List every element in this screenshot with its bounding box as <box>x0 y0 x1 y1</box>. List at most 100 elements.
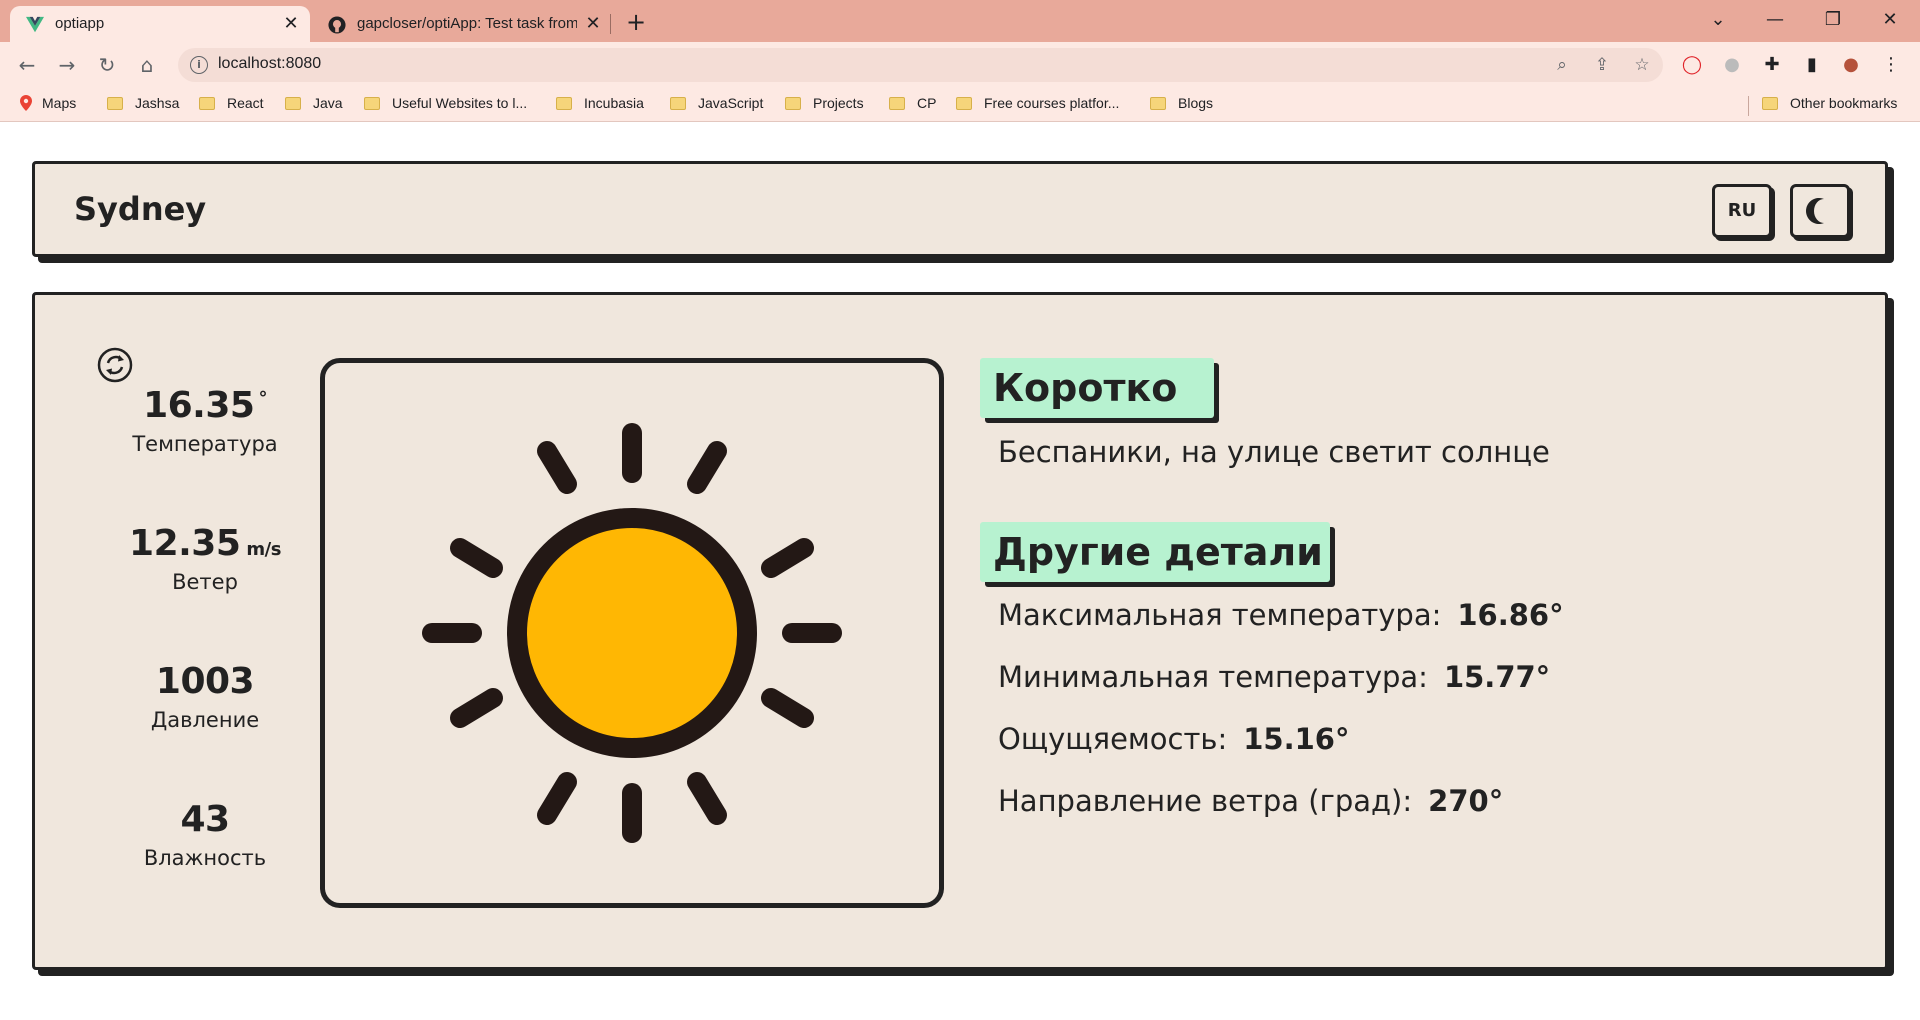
unit-text: ° <box>258 388 267 409</box>
browser-toolbar: ← → ↻ ⌂ i localhost:8080 ⌕ ⇪ ☆ ◯ ● ✚ ▮ ●… <box>0 42 1920 88</box>
temperature-value: 16.35 ° <box>105 385 305 426</box>
site-info-icon[interactable]: i <box>190 56 208 74</box>
folder-icon <box>889 97 905 110</box>
bookmark-folder[interactable]: Jashsa <box>107 95 179 115</box>
share-icon[interactable]: ⇪ <box>1590 53 1614 77</box>
wind-label: Ветер <box>172 570 238 594</box>
github-icon <box>328 16 346 34</box>
detail-label: Ощущяемость: <box>998 722 1228 756</box>
refresh-icon[interactable] <box>97 347 133 383</box>
humidity-value: 43 <box>180 799 230 840</box>
other-details-heading: Другие детали <box>980 522 1330 582</box>
other-bookmarks[interactable]: Other bookmarks <box>1762 95 1897 115</box>
bookmark-folder[interactable]: CP <box>889 95 936 115</box>
detail-value: 16.86° <box>1457 598 1564 632</box>
bookmark-label: Free courses platfor... <box>984 95 1120 111</box>
folder-icon <box>107 97 123 110</box>
stat-pressure: 1003 Давление <box>105 661 305 732</box>
pressure-label: Давление <box>150 708 260 732</box>
tab-search-icon[interactable]: ⌄ <box>1700 4 1736 36</box>
detail-value: 270° <box>1428 784 1504 818</box>
heading-text: Коротко <box>993 366 1178 410</box>
detail-wind-direction: Направление ветра (град): 270° <box>998 784 1503 818</box>
weather-icon-frame <box>320 358 944 908</box>
tab-title: optiapp <box>55 15 105 32</box>
restore-icon[interactable]: ❐ <box>1815 4 1851 36</box>
bookmark-label: Maps <box>42 95 77 111</box>
bookmark-maps[interactable]: Maps <box>20 95 76 115</box>
back-icon[interactable]: ← <box>12 50 42 80</box>
detail-label: Минимальная температура: <box>998 660 1428 694</box>
reload-icon[interactable]: ↻ <box>92 50 122 80</box>
folder-icon <box>364 97 380 110</box>
bookmark-folder[interactable]: JavaScript <box>670 95 763 115</box>
sun-icon <box>422 423 842 843</box>
folder-icon <box>670 97 686 110</box>
bookmarks-bar: Maps Jashsa React Java Useful Websites t… <box>0 88 1920 122</box>
bookmark-label: Blogs <box>1178 95 1214 111</box>
folder-icon <box>556 97 572 110</box>
bookmark-label: Useful Websites to l... <box>392 95 528 111</box>
zoom-icon[interactable]: ⌕ <box>1550 53 1574 77</box>
bookmark-label: React <box>227 95 264 111</box>
opera-extension-icon[interactable]: ◯ <box>1677 50 1707 80</box>
url-text[interactable]: localhost:8080 <box>218 55 321 73</box>
bookmarks-divider <box>1748 96 1749 116</box>
language-button[interactable]: RU <box>1712 184 1772 238</box>
tab-optiapp[interactable]: optiapp ✕ <box>10 6 310 42</box>
tab-divider <box>610 14 611 34</box>
side-panel-icon[interactable]: ▮ <box>1797 50 1827 80</box>
bookmark-folder[interactable]: Useful Websites to l... <box>364 95 527 115</box>
weather-card: 16.35 ° Температура 12.35 m/s Ветер 1003 Д… <box>32 292 1888 970</box>
folder-icon <box>285 97 301 110</box>
theme-toggle-button[interactable] <box>1790 184 1850 238</box>
bookmark-folder[interactable]: Projects <box>785 95 864 115</box>
avatar[interactable]: ● <box>1836 50 1866 80</box>
bookmark-label: Java <box>313 95 343 111</box>
forward-icon[interactable]: → <box>52 50 82 80</box>
folder-icon <box>956 97 972 110</box>
extension-icon[interactable]: ● <box>1717 50 1747 80</box>
bookmark-folder[interactable]: Blogs <box>1150 95 1213 115</box>
tab-title: gapcloser/optiApp: Test task from <box>357 15 577 32</box>
bookmark-label: Incubasia <box>584 95 644 111</box>
close-tab-icon[interactable]: ✕ <box>582 13 604 35</box>
city-name: Sydney <box>74 190 207 228</box>
address-bar[interactable]: i localhost:8080 ⌕ ⇪ ☆ <box>178 48 1663 82</box>
extensions-puzzle-icon[interactable]: ✚ <box>1757 50 1787 80</box>
bookmark-star-icon[interactable]: ☆ <box>1630 53 1654 77</box>
close-tab-icon[interactable]: ✕ <box>280 13 302 35</box>
folder-icon <box>1762 97 1778 110</box>
detail-feels-like: Ощущяемость: 15.16° <box>998 722 1349 756</box>
menu-icon[interactable]: ⋮ <box>1876 50 1906 80</box>
bookmark-folder[interactable]: Free courses platfor... <box>956 95 1119 115</box>
bookmark-folder[interactable]: React <box>199 95 264 115</box>
bookmark-label: JavaScript <box>698 95 764 111</box>
folder-icon <box>199 97 215 110</box>
bookmark-label: Other bookmarks <box>1790 95 1898 111</box>
folder-icon <box>1150 97 1166 110</box>
value-text: 12.35 <box>129 523 241 564</box>
detail-label: Направление ветра (град): <box>998 784 1413 818</box>
tab-strip: optiapp ✕ gapcloser/optiApp: Test task f… <box>0 0 1920 42</box>
bookmark-folder[interactable]: Incubasia <box>556 95 644 115</box>
weather-summary: Беспаники, на улице светит солнце <box>998 435 1550 469</box>
detail-min-temp: Минимальная температура: 15.77° <box>998 660 1550 694</box>
short-summary-heading: Коротко <box>980 358 1214 418</box>
moon-icon <box>1806 198 1824 224</box>
temperature-label: Температура <box>132 432 278 456</box>
home-icon[interactable]: ⌂ <box>132 50 162 80</box>
stat-humidity: 43 Влажность <box>105 799 305 870</box>
new-tab-icon[interactable]: + <box>622 8 650 36</box>
stat-temperature: 16.35 ° Температура <box>105 385 305 456</box>
bookmark-folder[interactable]: Java <box>285 95 343 115</box>
humidity-label: Влажность <box>143 846 267 870</box>
bookmark-label: Projects <box>813 95 864 111</box>
folder-icon <box>785 97 801 110</box>
pressure-value: 1003 <box>155 661 255 702</box>
detail-max-temp: Максимальная температура: 16.86° <box>998 598 1564 632</box>
tab-github[interactable]: gapcloser/optiApp: Test task from ✕ <box>312 6 612 42</box>
minimize-icon[interactable]: — <box>1757 4 1793 36</box>
app-root: Sydney RU 16.35 ° Температура 12.35 m/s Ве… <box>0 123 1920 1020</box>
close-window-icon[interactable]: ✕ <box>1872 4 1908 36</box>
